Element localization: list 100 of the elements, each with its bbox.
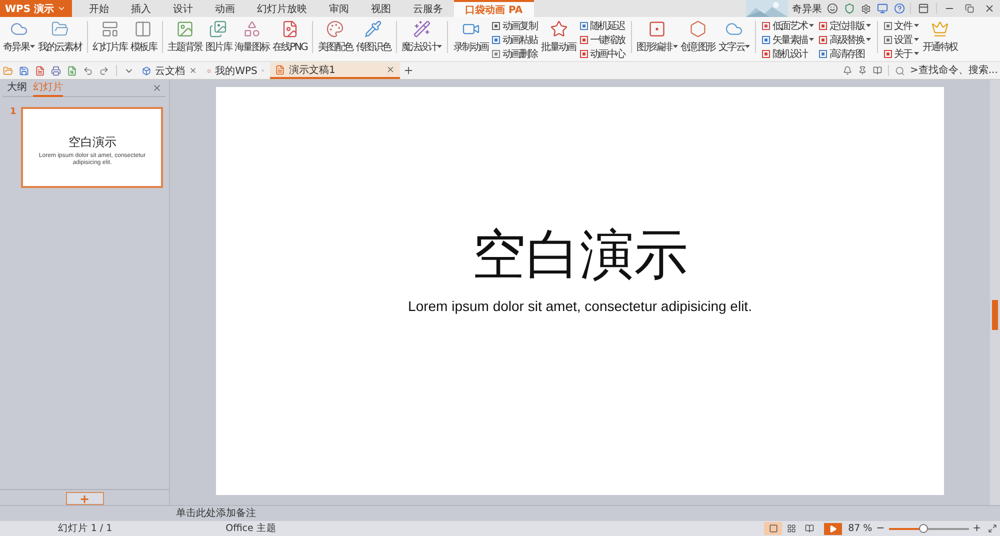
pin-icon[interactable] <box>858 66 867 75</box>
menu-tab[interactable]: 视图 <box>360 0 402 17</box>
square-icon <box>762 36 770 44</box>
ribbon-button[interactable]: 魔法设计 <box>400 19 444 55</box>
ribbon-button[interactable]: 我的云素材 <box>37 19 83 55</box>
close-icon[interactable] <box>188 66 197 75</box>
zoom-in-button[interactable]: + <box>968 523 985 534</box>
panel-tab[interactable]: 大纲 <box>7 80 27 96</box>
scrollbar[interactable] <box>990 80 1000 505</box>
fit-icon[interactable] <box>988 524 997 533</box>
ribbon-button[interactable]: 模板库 <box>129 19 158 55</box>
close-icon[interactable] <box>152 83 162 93</box>
ribbon-small-button[interactable]: 设置 <box>884 33 918 46</box>
slideshow-button[interactable] <box>824 522 842 534</box>
slide-title[interactable]: 空白演示 <box>472 225 688 284</box>
square-icon <box>884 22 892 30</box>
ribbon-button[interactable]: 幻灯片库 <box>92 19 128 55</box>
ribbon-button[interactable]: 文字云 <box>717 19 752 55</box>
menu-tab[interactable]: 幻灯片放映 <box>246 0 318 17</box>
square-icon <box>580 50 588 58</box>
menu-tab[interactable]: 设计 <box>162 0 204 17</box>
ribbon-button[interactable]: 图片库 <box>204 19 232 55</box>
document-tab[interactable]: 我的WPS <box>202 62 270 79</box>
ribbon-small-button[interactable]: 动画删除 <box>492 47 538 60</box>
smiley-icon[interactable] <box>827 3 838 14</box>
menu-tab[interactable]: 插入 <box>120 0 162 17</box>
close-icon[interactable] <box>984 3 995 14</box>
user-name[interactable]: 奇异果 <box>788 2 824 16</box>
shield-icon[interactable] <box>844 3 855 14</box>
save-icon[interactable] <box>19 66 29 76</box>
square-icon <box>492 22 500 30</box>
book-icon <box>804 524 814 533</box>
restore-icon[interactable] <box>965 4 974 13</box>
caret-icon <box>866 24 872 28</box>
ribbon-button[interactable]: 创意图形 <box>680 19 716 55</box>
notes-field[interactable]: 单击此处添加备注 <box>170 506 1000 521</box>
menu-tab[interactable]: 审阅 <box>318 0 360 17</box>
document-tab[interactable]: 演示文稿1 <box>270 62 400 79</box>
close-icon[interactable] <box>386 65 395 74</box>
ribbon-small-button[interactable]: 动画粘贴 <box>492 33 538 46</box>
normal-view-icon <box>768 524 778 533</box>
ribbon-small-button[interactable]: 关于 <box>884 47 918 60</box>
zoom-out-button[interactable]: − <box>872 523 889 534</box>
document-tab[interactable]: 云文档 <box>137 62 202 79</box>
ribbon-small-button[interactable]: 一键缩放 <box>580 33 625 46</box>
view-button[interactable] <box>764 522 782 535</box>
book-icon[interactable] <box>873 66 882 75</box>
ribbon-small-button[interactable]: 随机设计 <box>762 47 814 60</box>
ribbon-small-button[interactable]: 动画复制 <box>492 19 538 32</box>
ribbon-button[interactable]: 主题背景 <box>166 19 204 55</box>
caret-icon <box>57 4 66 13</box>
ribbon-button[interactable]: 开通特权 <box>922 19 958 55</box>
slide-subtitle[interactable]: Lorem ipsum dolor sit amet, consectetur adipisicing elit. <box>408 298 752 314</box>
ribbon-button[interactable]: 奇异果 <box>2 19 36 55</box>
document-icon[interactable] <box>35 66 45 76</box>
print-icon[interactable] <box>51 66 61 76</box>
menu-tab[interactable]: 云服务 <box>402 0 454 17</box>
theme-name: Office 主题 <box>224 522 278 535</box>
star-icon <box>550 20 568 38</box>
palette-icon <box>326 20 344 38</box>
caret-icon <box>866 38 872 42</box>
monitor-icon[interactable] <box>877 3 888 14</box>
menu-tab[interactable]: 动画 <box>204 0 246 17</box>
images-icon <box>209 20 228 38</box>
ribbon-small-button[interactable]: 定位排版 <box>819 19 872 32</box>
cloud-icon <box>10 20 28 38</box>
search-icon[interactable] <box>895 66 905 76</box>
bell-icon[interactable] <box>843 66 852 75</box>
caret-icon <box>914 38 918 42</box>
menu-tab[interactable]: 开始 <box>78 0 120 17</box>
shapes-icon <box>242 20 261 38</box>
columns-icon <box>134 20 152 38</box>
ribbon-small-button[interactable]: 高清存图 <box>819 47 872 60</box>
ribbon-small-button[interactable]: 动画中心 <box>580 47 625 60</box>
search-field[interactable]: >查找命令、搜索... <box>908 62 1000 79</box>
ribbon-small-button[interactable]: 随机延迟 <box>580 19 625 32</box>
slide-number: 1 <box>10 107 16 119</box>
ribbon-button[interactable]: 录制动画 <box>452 19 490 55</box>
ribbon-small-button[interactable]: 高级替换 <box>819 33 872 46</box>
plus-icon[interactable] <box>403 65 414 76</box>
slider-thumb[interactable] <box>919 524 928 532</box>
window-icon[interactable] <box>918 3 929 14</box>
ribbon-button[interactable]: 批量动画 <box>540 19 577 55</box>
undo-icon[interactable] <box>83 66 93 76</box>
ribbon-button[interactable]: 美图配色 <box>317 19 354 55</box>
ribbon-button[interactable]: 在线PNG <box>271 19 308 55</box>
ribbon-button[interactable]: 图形编排 <box>636 19 679 55</box>
square-icon <box>762 50 770 58</box>
crown-icon <box>930 20 949 38</box>
ribbon-button[interactable]: 海量图标 <box>233 19 270 55</box>
gear-icon[interactable] <box>861 4 871 14</box>
ribbon-small-button[interactable]: 文件 <box>884 19 918 32</box>
redo-icon[interactable] <box>99 66 109 76</box>
ribbon-small-button[interactable]: 矢量素描 <box>762 33 814 46</box>
ribbon-small-button[interactable]: 低面艺术 <box>762 19 814 32</box>
square-icon <box>492 50 500 58</box>
preview-icon[interactable] <box>67 66 77 76</box>
ribbon-button[interactable]: 传图识色 <box>354 19 392 55</box>
help-icon[interactable] <box>894 3 905 14</box>
folder-icon[interactable] <box>3 66 13 76</box>
